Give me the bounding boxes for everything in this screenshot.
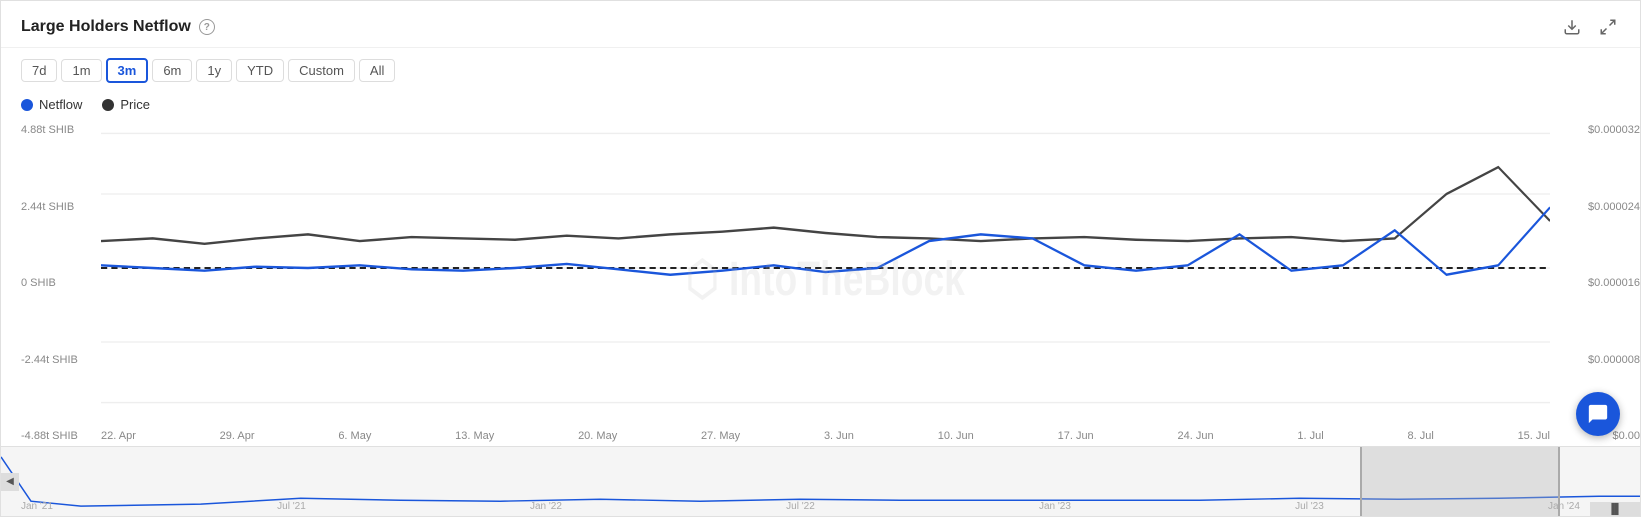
x-axis-labels: 22. Apr 29. Apr 6. May 13. May 20. May 2… bbox=[101, 430, 1550, 442]
x-label-5: 27. May bbox=[701, 430, 740, 442]
help-icon[interactable]: ? bbox=[199, 19, 215, 35]
widget-header: Large Holders Netflow ? bbox=[1, 1, 1640, 48]
y-left-3: -2.44t SHIB bbox=[21, 354, 101, 366]
widget-title: Large Holders Netflow bbox=[21, 18, 191, 36]
mini-x-0: Jan '21 bbox=[21, 501, 53, 512]
y-left-1: 2.44t SHIB bbox=[21, 201, 101, 213]
x-label-10: 1. Jul bbox=[1297, 430, 1323, 442]
netflow-dot bbox=[21, 99, 33, 111]
dashboard-widget: Large Holders Netflow ? 7d 1m 3m 6m 1y Y… bbox=[0, 0, 1641, 517]
x-label-1: 29. Apr bbox=[220, 430, 255, 442]
y-right-1: $0.000024 bbox=[1560, 201, 1640, 213]
minimap-x-labels: Jan '21 Jul '21 Jan '22 Jul '22 Jan '23 … bbox=[21, 501, 1580, 512]
netflow-label: Netflow bbox=[39, 97, 82, 112]
mini-x-5: Jul '23 bbox=[1295, 501, 1324, 512]
main-chart-area: 4.88t SHIB 2.44t SHIB 0 SHIB -2.44t SHIB… bbox=[1, 120, 1640, 446]
mini-x-4: Jan '23 bbox=[1039, 501, 1071, 512]
y-left-0: 4.88t SHIB bbox=[21, 124, 101, 136]
x-label-7: 10. Jun bbox=[938, 430, 974, 442]
mini-x-2: Jan '22 bbox=[530, 501, 562, 512]
time-btn-ytd[interactable]: YTD bbox=[236, 59, 284, 82]
scroll-right-bar[interactable]: ▐▌ bbox=[1590, 502, 1640, 516]
mini-x-6: Jan '24 bbox=[1548, 501, 1580, 512]
x-label-11: 8. Jul bbox=[1407, 430, 1433, 442]
header-left: Large Holders Netflow ? bbox=[21, 18, 215, 36]
price-label: Price bbox=[120, 97, 150, 112]
y-left-4: -4.88t SHIB bbox=[21, 430, 101, 442]
chart-svg-wrapper: ⬡ IntoTheBlock bbox=[101, 120, 1550, 416]
mini-x-1: Jul '21 bbox=[277, 501, 306, 512]
chart-legend: Netflow Price bbox=[1, 93, 1640, 120]
price-dot bbox=[102, 99, 114, 111]
legend-netflow: Netflow bbox=[21, 97, 82, 112]
mini-x-3: Jul '22 bbox=[786, 501, 815, 512]
y-right-3: $0.000008 bbox=[1560, 354, 1640, 366]
x-label-6: 3. Jun bbox=[824, 430, 854, 442]
scroll-left-button[interactable]: ◀ bbox=[1, 473, 19, 491]
minimap[interactable]: ◀ ▐▌ Jan '21 Jul '21 Jan '22 Jul '22 Jan… bbox=[1, 446, 1640, 516]
y-axis-left: 4.88t SHIB 2.44t SHIB 0 SHIB -2.44t SHIB… bbox=[21, 120, 101, 446]
chat-button[interactable] bbox=[1576, 392, 1620, 436]
x-label-2: 6. May bbox=[338, 430, 371, 442]
svg-text:⬡ IntoTheBlock: ⬡ IntoTheBlock bbox=[686, 252, 966, 306]
header-right bbox=[1560, 15, 1620, 39]
time-btn-1y[interactable]: 1y bbox=[196, 59, 232, 82]
download-button[interactable] bbox=[1560, 15, 1584, 39]
chart-svg: ⬡ IntoTheBlock bbox=[101, 120, 1550, 416]
time-btn-1m[interactable]: 1m bbox=[61, 59, 101, 82]
time-controls: 7d 1m 3m 6m 1y YTD Custom All bbox=[1, 48, 1640, 93]
time-btn-7d[interactable]: 7d bbox=[21, 59, 57, 82]
x-label-3: 13. May bbox=[455, 430, 494, 442]
x-label-4: 20. May bbox=[578, 430, 617, 442]
x-label-0: 22. Apr bbox=[101, 430, 136, 442]
y-right-2: $0.000016 bbox=[1560, 277, 1640, 289]
x-label-8: 17. Jun bbox=[1058, 430, 1094, 442]
x-label-9: 24. Jun bbox=[1177, 430, 1213, 442]
y-left-2: 0 SHIB bbox=[21, 277, 101, 289]
y-right-0: $0.000032 bbox=[1560, 124, 1640, 136]
time-btn-3m[interactable]: 3m bbox=[106, 58, 149, 83]
time-btn-all[interactable]: All bbox=[359, 59, 395, 82]
expand-button[interactable] bbox=[1596, 15, 1620, 39]
time-btn-custom[interactable]: Custom bbox=[288, 59, 355, 82]
time-btn-6m[interactable]: 6m bbox=[152, 59, 192, 82]
x-label-12: 15. Jul bbox=[1518, 430, 1550, 442]
legend-price: Price bbox=[102, 97, 150, 112]
